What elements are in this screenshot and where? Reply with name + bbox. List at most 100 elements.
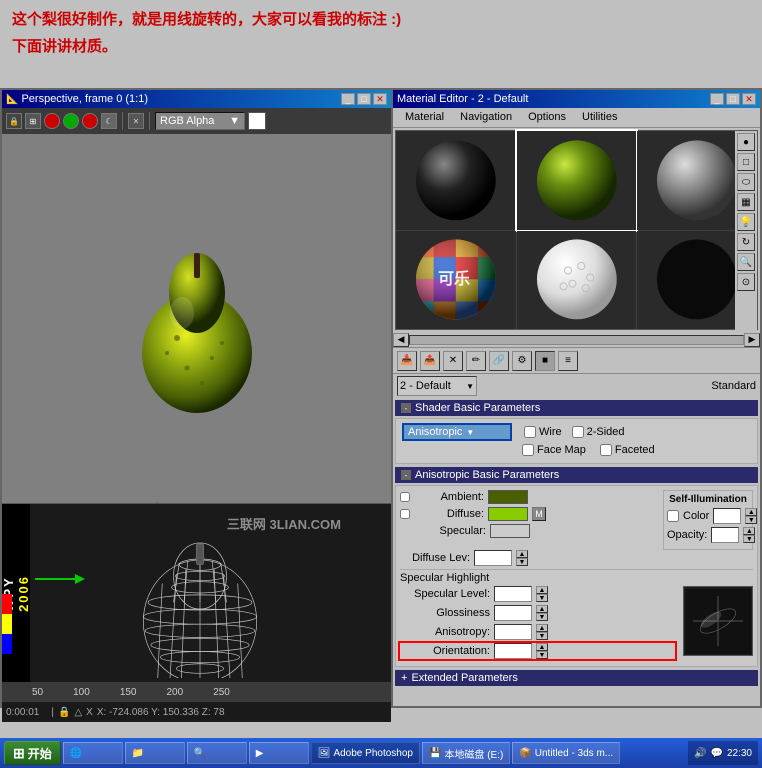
faceted-checkbox[interactable] [600, 444, 612, 456]
glossiness-down[interactable]: ▼ [536, 613, 548, 621]
color-green-btn[interactable] [63, 113, 79, 129]
two-sided-checkbox[interactable] [572, 426, 584, 438]
spec-level-up[interactable]: ▲ [536, 586, 548, 594]
me-name-row: 2 - Default ▼ Standard [393, 374, 760, 398]
menu-utilities[interactable]: Utilities [574, 110, 625, 125]
me-icon-cyl[interactable]: ⬭ [737, 173, 755, 191]
glossiness-up[interactable]: ▲ [536, 605, 548, 613]
diffuse-lev-value[interactable]: 100 [474, 550, 512, 566]
si-color-up[interactable]: ▲ [745, 508, 757, 516]
opacity-down[interactable]: ▼ [743, 535, 755, 543]
si-color-value[interactable]: 0 [713, 508, 741, 524]
anisotropic-dropdown[interactable]: Anisotropic ▼ [402, 423, 512, 441]
me-tb-put-material[interactable]: 📤 [420, 351, 440, 371]
diffuse-lev-down[interactable]: ▼ [516, 558, 528, 566]
color-preview-box[interactable] [248, 112, 266, 130]
diffuse-m-btn[interactable]: M [532, 507, 546, 521]
menu-options[interactable]: Options [520, 110, 574, 125]
me-params[interactable]: - Shader Basic Parameters Anisotropic ▼ … [393, 398, 760, 706]
ambient-color-box[interactable] [488, 490, 528, 504]
photoshop-icon: 🖼 [318, 748, 331, 759]
extended-params-header[interactable]: + Extended Parameters [395, 670, 758, 686]
si-color-checkbox[interactable] [667, 510, 679, 522]
taskbar-btn-media[interactable]: ▶ [249, 742, 309, 764]
sphere-slot-2[interactable] [517, 131, 637, 230]
nav-marker-150: 150 [120, 687, 137, 698]
opacity-up[interactable]: ▲ [743, 527, 755, 535]
opacity-value[interactable]: 100 [711, 527, 739, 543]
start-button[interactable]: ⊞ 开始 [4, 741, 61, 765]
me-icon-zoom[interactable]: 🔍 [737, 253, 755, 271]
me-icon-bg[interactable]: ▦ [737, 193, 755, 211]
scroll-track[interactable] [409, 335, 744, 345]
me-icon-light[interactable]: 💡 [737, 213, 755, 231]
taskbar-btn-photoshop[interactable]: 🖼 Adobe Photoshop [311, 742, 420, 764]
x-btn[interactable]: ✕ [128, 113, 144, 129]
taskbar-btn-ie[interactable]: 🌐 [63, 742, 123, 764]
me-tb-get-material[interactable]: 📥 [397, 351, 417, 371]
folder-icon: 📁 [132, 748, 144, 759]
me-tb-delete[interactable]: ✕ [443, 351, 463, 371]
menu-material[interactable]: Material [397, 110, 452, 125]
collapse-shader-btn[interactable]: - [401, 403, 411, 413]
me-close-btn[interactable]: ✕ [742, 93, 756, 105]
sphere-slot-1[interactable] [396, 131, 516, 230]
diffuse-lev-up[interactable]: ▲ [516, 550, 528, 558]
display-icon[interactable]: ⊞ [25, 113, 41, 129]
face-map-checkbox[interactable] [522, 444, 534, 456]
anisotropy-value[interactable]: 50 [494, 624, 532, 640]
spec-level-value[interactable]: 28 [494, 586, 532, 602]
self-illum-group: Self-Illumination Color 0 ▲ ▼ [663, 490, 753, 550]
collapse-extended-btn[interactable]: + [401, 672, 407, 684]
si-color-down[interactable]: ▼ [745, 516, 757, 524]
color-stripes [2, 594, 12, 654]
diffuse-color-box[interactable] [488, 507, 528, 521]
me-tb-active[interactable]: ■ [535, 351, 555, 371]
me-maximize-btn[interactable]: □ [726, 93, 740, 105]
viewport-minimize-btn[interactable]: _ [341, 93, 355, 105]
me-icon-box[interactable]: □ [737, 153, 755, 171]
color-red-btn2[interactable] [82, 113, 98, 129]
taskbar-btn-folder[interactable]: 📁 [125, 742, 185, 764]
shader-name-dropdown[interactable]: 2 - Default ▼ [397, 376, 477, 396]
scroll-right-btn[interactable]: ▶ [744, 333, 760, 347]
sphere-slot-4[interactable]: 可乐 [396, 231, 516, 330]
color-red-btn1[interactable] [44, 113, 60, 129]
anisotropy-down[interactable]: ▼ [536, 632, 548, 640]
rgb-alpha-dropdown[interactable]: RGB Alpha ▼ [155, 112, 245, 130]
me-icon-reset[interactable]: ⊙ [737, 273, 755, 291]
me-tb-options[interactable]: ⚙ [512, 351, 532, 371]
glossiness-value[interactable]: 28 [494, 605, 532, 621]
viewport-title-text: Perspective, frame 0 (1:1) [21, 93, 148, 105]
aniso-basic-header[interactable]: - Anisotropic Basic Parameters [395, 467, 758, 483]
taskbar-btn-local-disk[interactable]: 💾 本地磁盘 (E:) [422, 742, 510, 764]
menu-navigation[interactable]: Navigation [452, 110, 520, 125]
me-icon-sphere[interactable]: ● [737, 133, 755, 151]
shader-basic-header[interactable]: - Shader Basic Parameters [395, 400, 758, 416]
viewport-maximize-btn[interactable]: □ [357, 93, 371, 105]
orientation-spinner: ▲ ▼ [536, 643, 548, 659]
wire-checkbox[interactable] [524, 426, 536, 438]
me-tb-layer[interactable]: ≡ [558, 351, 578, 371]
taskbar-btn-search[interactable]: 🔍 [187, 742, 247, 764]
taskbar-btn-3dsmax[interactable]: 📦 Untitled - 3ds m... [512, 742, 620, 764]
me-tb-link[interactable]: 🔗 [489, 351, 509, 371]
orientation-value[interactable]: 0 [494, 643, 532, 659]
me-icon-rotate[interactable]: ↻ [737, 233, 755, 251]
viewport-close-btn[interactable]: ✕ [373, 93, 387, 105]
scroll-left-btn[interactable]: ◀ [393, 333, 409, 347]
orientation-up[interactable]: ▲ [536, 643, 548, 651]
me-tb-edit[interactable]: ✏ [466, 351, 486, 371]
orientation-down[interactable]: ▼ [536, 651, 548, 659]
specular-color-box[interactable] [490, 524, 530, 538]
anisotropy-up[interactable]: ▲ [536, 624, 548, 632]
spec-level-down[interactable]: ▼ [536, 594, 548, 602]
moon-icon[interactable]: ☾ [101, 113, 117, 129]
ambient-lock-checkbox[interactable] [400, 492, 410, 502]
sphere-slot-5[interactable] [517, 231, 637, 330]
main-content: 📐 Perspective, frame 0 (1:1) _ □ ✕ 🔒 ⊞ ☾… [0, 88, 762, 708]
collapse-aniso-btn[interactable]: - [401, 470, 411, 480]
diffuse-lock-checkbox[interactable] [400, 509, 410, 519]
me-minimize-btn[interactable]: _ [710, 93, 724, 105]
lock-icon[interactable]: 🔒 [6, 113, 22, 129]
